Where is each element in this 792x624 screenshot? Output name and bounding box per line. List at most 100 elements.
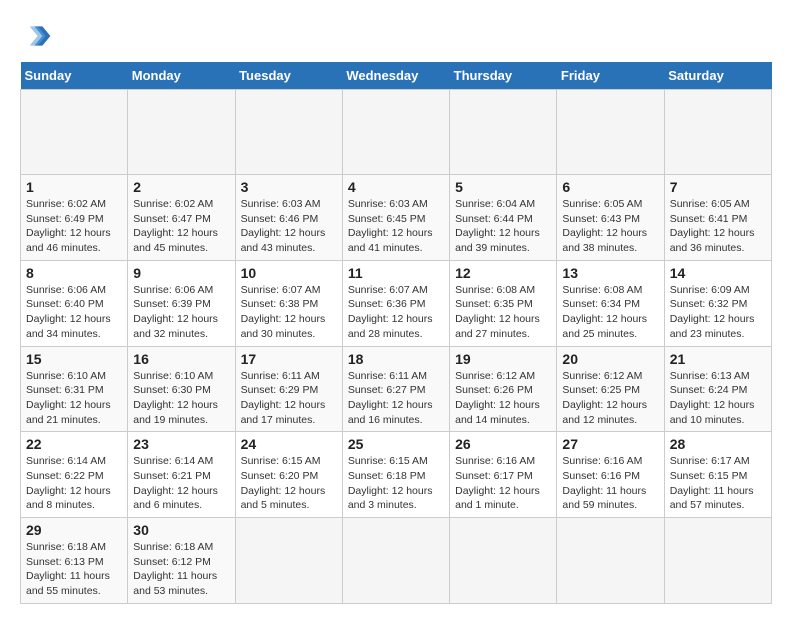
calendar-cell: 12 Sunrise: 6:08 AM Sunset: 6:35 PM Dayli… — [450, 260, 557, 346]
day-info: Sunrise: 6:05 AM Sunset: 6:41 PM Dayligh… — [670, 197, 766, 256]
calendar-cell — [235, 518, 342, 604]
calendar-cell — [664, 518, 771, 604]
day-info: Sunrise: 6:06 AM Sunset: 6:40 PM Dayligh… — [26, 283, 122, 342]
day-info: Sunrise: 6:10 AM Sunset: 6:30 PM Dayligh… — [133, 369, 229, 428]
calendar-cell: 14 Sunrise: 6:09 AM Sunset: 6:32 PM Dayli… — [664, 260, 771, 346]
day-header-sunday: Sunday — [21, 62, 128, 90]
calendar-cell: 19 Sunrise: 6:12 AM Sunset: 6:26 PM Dayli… — [450, 346, 557, 432]
calendar-cell: 16Sunrise: 6:10 AM Sunset: 6:30 PM Dayli… — [128, 346, 235, 432]
calendar-cell: 24Sunrise: 6:15 AM Sunset: 6:20 PM Dayli… — [235, 432, 342, 518]
calendar-week-4: 15Sunrise: 6:10 AM Sunset: 6:31 PM Dayli… — [21, 346, 772, 432]
day-number: 21 — [670, 351, 766, 367]
calendar-cell: 7 Sunrise: 6:05 AM Sunset: 6:41 PM Daylig… — [664, 175, 771, 261]
calendar-cell: 6Sunrise: 6:05 AM Sunset: 6:43 PM Daylig… — [557, 175, 664, 261]
calendar-cell — [450, 90, 557, 175]
calendar-cell: 9 Sunrise: 6:06 AM Sunset: 6:39 PM Daylig… — [128, 260, 235, 346]
calendar-cell: 28 Sunrise: 6:17 AM Sunset: 6:15 PM Dayli… — [664, 432, 771, 518]
calendar-cell: 5 Sunrise: 6:04 AM Sunset: 6:44 PM Daylig… — [450, 175, 557, 261]
calendar-cell: 26Sunrise: 6:16 AM Sunset: 6:17 PM Dayli… — [450, 432, 557, 518]
calendar-cell — [557, 90, 664, 175]
day-info: Sunrise: 6:16 AM Sunset: 6:16 PM Dayligh… — [562, 454, 658, 513]
day-info: Sunrise: 6:02 AM Sunset: 6:47 PM Dayligh… — [133, 197, 229, 256]
day-number: 2 — [133, 179, 229, 195]
day-info: Sunrise: 6:14 AM Sunset: 6:22 PM Dayligh… — [26, 454, 122, 513]
calendar-cell: 8 Sunrise: 6:06 AM Sunset: 6:40 PM Daylig… — [21, 260, 128, 346]
calendar-cell: 29 Sunrise: 6:18 AM Sunset: 6:13 PM Dayli… — [21, 518, 128, 604]
calendar-cell — [128, 90, 235, 175]
calendar-cell: 23Sunrise: 6:14 AM Sunset: 6:21 PM Dayli… — [128, 432, 235, 518]
calendar-cell: 21 Sunrise: 6:13 AM Sunset: 6:24 PM Dayli… — [664, 346, 771, 432]
day-number: 1 — [26, 179, 122, 195]
calendar-header-row: SundayMondayTuesdayWednesdayThursdayFrid… — [21, 62, 772, 90]
day-header-monday: Monday — [128, 62, 235, 90]
calendar-cell: 27 Sunrise: 6:16 AM Sunset: 6:16 PM Dayli… — [557, 432, 664, 518]
day-number: 19 — [455, 351, 551, 367]
day-info: Sunrise: 6:02 AM Sunset: 6:49 PM Dayligh… — [26, 197, 122, 256]
calendar-cell: 18Sunrise: 6:11 AM Sunset: 6:27 PM Dayli… — [342, 346, 449, 432]
day-number: 28 — [670, 436, 766, 452]
day-info: Sunrise: 6:07 AM Sunset: 6:38 PM Dayligh… — [241, 283, 337, 342]
logo-icon — [20, 20, 52, 52]
day-number: 15 — [26, 351, 122, 367]
calendar-cell — [342, 90, 449, 175]
calendar-cell: 2 Sunrise: 6:02 AM Sunset: 6:47 PM Daylig… — [128, 175, 235, 261]
day-number: 10 — [241, 265, 337, 281]
day-number: 23 — [133, 436, 229, 452]
calendar-week-6: 29 Sunrise: 6:18 AM Sunset: 6:13 PM Dayli… — [21, 518, 772, 604]
day-info: Sunrise: 6:15 AM Sunset: 6:18 PM Dayligh… — [348, 454, 444, 513]
calendar-cell: 20 Sunrise: 6:12 AM Sunset: 6:25 PM Dayli… — [557, 346, 664, 432]
day-info: Sunrise: 6:07 AM Sunset: 6:36 PM Dayligh… — [348, 283, 444, 342]
day-header-wednesday: Wednesday — [342, 62, 449, 90]
day-number: 14 — [670, 265, 766, 281]
calendar-cell — [664, 90, 771, 175]
day-info: Sunrise: 6:06 AM Sunset: 6:39 PM Dayligh… — [133, 283, 229, 342]
day-info: Sunrise: 6:09 AM Sunset: 6:32 PM Dayligh… — [670, 283, 766, 342]
day-number: 13 — [562, 265, 658, 281]
day-number: 5 — [455, 179, 551, 195]
calendar-cell — [235, 90, 342, 175]
day-info: Sunrise: 6:17 AM Sunset: 6:15 PM Dayligh… — [670, 454, 766, 513]
day-number: 18 — [348, 351, 444, 367]
calendar-cell: 30 Sunrise: 6:18 AM Sunset: 6:12 PM Dayli… — [128, 518, 235, 604]
day-number: 25 — [348, 436, 444, 452]
calendar-cell: 13 Sunrise: 6:08 AM Sunset: 6:34 PM Dayli… — [557, 260, 664, 346]
day-info: Sunrise: 6:13 AM Sunset: 6:24 PM Dayligh… — [670, 369, 766, 428]
day-info: Sunrise: 6:18 AM Sunset: 6:12 PM Dayligh… — [133, 540, 229, 599]
day-info: Sunrise: 6:03 AM Sunset: 6:45 PM Dayligh… — [348, 197, 444, 256]
calendar-cell — [557, 518, 664, 604]
day-info: Sunrise: 6:04 AM Sunset: 6:44 PM Dayligh… — [455, 197, 551, 256]
calendar-cell: 4Sunrise: 6:03 AM Sunset: 6:45 PM Daylig… — [342, 175, 449, 261]
day-info: Sunrise: 6:18 AM Sunset: 6:13 PM Dayligh… — [26, 540, 122, 599]
day-header-friday: Friday — [557, 62, 664, 90]
day-info: Sunrise: 6:05 AM Sunset: 6:43 PM Dayligh… — [562, 197, 658, 256]
calendar-cell: 11Sunrise: 6:07 AM Sunset: 6:36 PM Dayli… — [342, 260, 449, 346]
day-info: Sunrise: 6:11 AM Sunset: 6:29 PM Dayligh… — [241, 369, 337, 428]
day-number: 9 — [133, 265, 229, 281]
calendar-cell: 1 Sunrise: 6:02 AM Sunset: 6:49 PM Daylig… — [21, 175, 128, 261]
day-number: 30 — [133, 522, 229, 538]
day-info: Sunrise: 6:08 AM Sunset: 6:35 PM Dayligh… — [455, 283, 551, 342]
calendar-week-2: 1 Sunrise: 6:02 AM Sunset: 6:49 PM Daylig… — [21, 175, 772, 261]
calendar-week-1 — [21, 90, 772, 175]
day-info: Sunrise: 6:12 AM Sunset: 6:25 PM Dayligh… — [562, 369, 658, 428]
day-number: 20 — [562, 351, 658, 367]
calendar-cell — [450, 518, 557, 604]
day-info: Sunrise: 6:08 AM Sunset: 6:34 PM Dayligh… — [562, 283, 658, 342]
logo — [20, 20, 56, 52]
day-number: 26 — [455, 436, 551, 452]
calendar-week-5: 22Sunrise: 6:14 AM Sunset: 6:22 PM Dayli… — [21, 432, 772, 518]
calendar-cell: 10 Sunrise: 6:07 AM Sunset: 6:38 PM Dayli… — [235, 260, 342, 346]
day-info: Sunrise: 6:12 AM Sunset: 6:26 PM Dayligh… — [455, 369, 551, 428]
day-header-thursday: Thursday — [450, 62, 557, 90]
calendar-cell — [21, 90, 128, 175]
day-number: 12 — [455, 265, 551, 281]
day-number: 27 — [562, 436, 658, 452]
calendar-table: SundayMondayTuesdayWednesdayThursdayFrid… — [20, 62, 772, 604]
day-number: 8 — [26, 265, 122, 281]
day-header-tuesday: Tuesday — [235, 62, 342, 90]
day-number: 29 — [26, 522, 122, 538]
day-number: 7 — [670, 179, 766, 195]
day-number: 3 — [241, 179, 337, 195]
page-header — [20, 20, 772, 52]
calendar-cell: 17Sunrise: 6:11 AM Sunset: 6:29 PM Dayli… — [235, 346, 342, 432]
